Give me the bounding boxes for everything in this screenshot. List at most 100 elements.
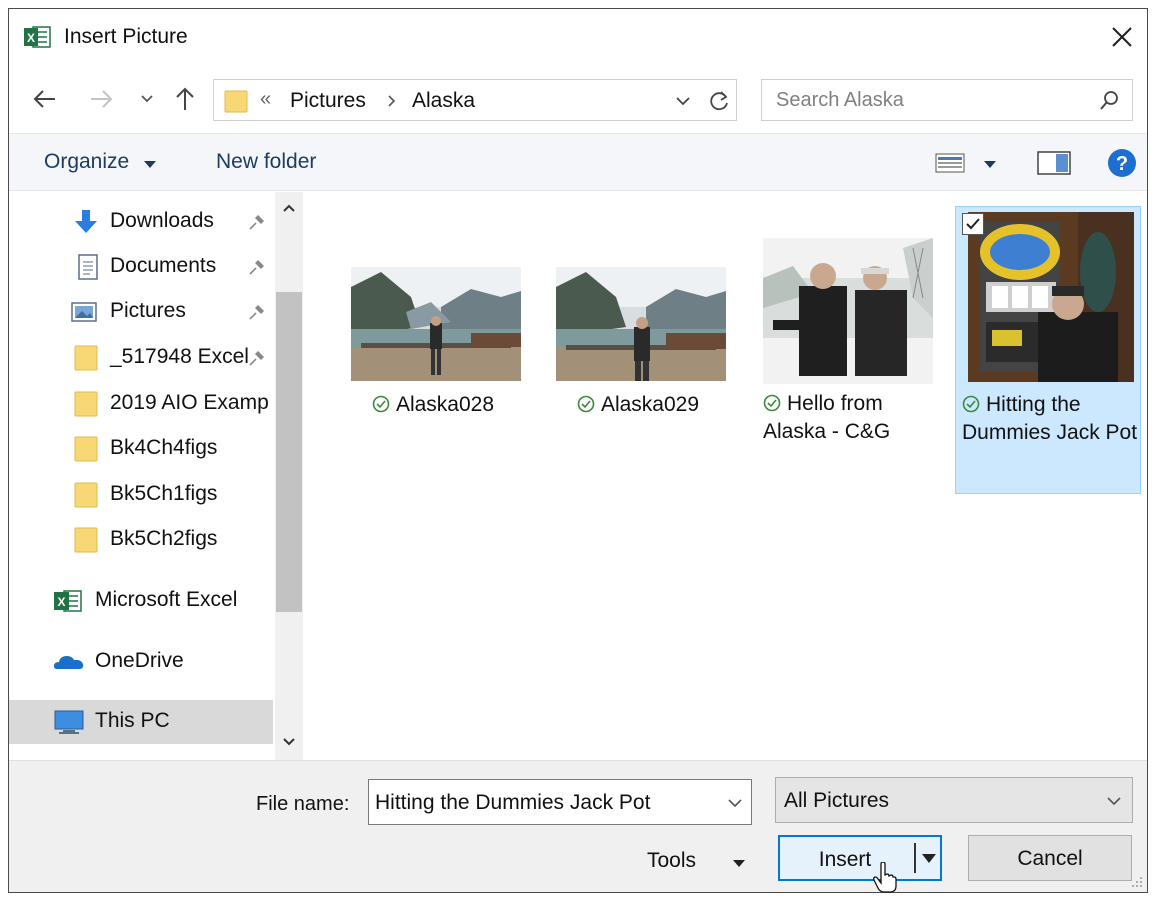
dialog-title: Insert Picture (64, 25, 188, 48)
breadcrumb-separator-icon (388, 95, 396, 107)
thumbnail-image (763, 238, 933, 384)
title-bar: X Insert Picture (9, 9, 1147, 67)
excel-icon: X (54, 590, 82, 612)
file-item-hello-from-alaska[interactable]: Hello from Alaska - C&G (755, 220, 935, 508)
forward-arrow-icon[interactable] (87, 85, 115, 113)
folder-icon (74, 391, 98, 417)
sync-status-icon (372, 395, 390, 413)
refresh-icon[interactable] (708, 89, 732, 113)
file-name-label: Alaska028 (343, 391, 523, 419)
svg-text:X: X (57, 595, 65, 609)
nav-item-2019-aio-examp[interactable]: 2019 AIO Examp (9, 382, 273, 426)
selection-checkbox[interactable] (962, 213, 984, 235)
breadcrumb-pictures[interactable]: Pictures (290, 89, 366, 113)
file-type-dropdown-chevron-icon[interactable] (1104, 791, 1124, 811)
file-name-dropdown-chevron-icon[interactable] (725, 793, 745, 813)
organize-button[interactable]: Organize (44, 150, 129, 174)
address-row: « Pictures Alaska Search Alaska (9, 73, 1147, 125)
nav-item-bk5ch1figs[interactable]: Bk5Ch1figs (9, 473, 273, 517)
file-name-label: Hitting the Dummies Jack Pot (962, 393, 1138, 444)
file-type-select[interactable]: All Pictures (775, 777, 1133, 823)
svg-text:?: ? (1116, 153, 1128, 175)
nav-item-label: OneDrive (95, 649, 184, 672)
nav-item-pictures[interactable]: Pictures (9, 290, 273, 334)
organize-caret-icon[interactable] (144, 161, 156, 168)
new-folder-button[interactable]: New folder (216, 150, 316, 174)
nav-item-label: Microsoft Excel (95, 588, 238, 611)
recent-locations-chevron-icon[interactable] (137, 85, 157, 113)
preview-pane-icon[interactable] (1037, 151, 1071, 175)
view-options-icon[interactable] (935, 152, 965, 174)
file-type-value: All Pictures (784, 789, 890, 812)
folder-icon (74, 345, 98, 371)
command-bar: Organize New folder ? (9, 133, 1147, 191)
mouse-cursor-icon (873, 862, 897, 893)
thumbnail-image (968, 212, 1134, 382)
close-icon[interactable] (1105, 21, 1139, 53)
nav-item-bk4ch4figs[interactable]: Bk4Ch4figs (9, 427, 273, 471)
checkmark-icon (966, 218, 980, 230)
insert-button[interactable]: Insert (778, 835, 942, 881)
nav-item-documents[interactable]: Documents (9, 245, 273, 289)
split-divider (914, 843, 916, 873)
thumbnail-image (556, 267, 726, 381)
sync-status-icon (577, 395, 595, 413)
search-input[interactable]: Search Alaska (776, 89, 904, 112)
nav-item-label: Pictures (110, 299, 186, 322)
help-icon[interactable]: ? (1107, 148, 1137, 178)
file-name-label: Hello from Alaska - C&G (763, 392, 891, 443)
sync-status-icon (962, 395, 980, 413)
file-name-value[interactable]: Hitting the Dummies Jack Pot (375, 791, 650, 815)
nav-item-onedrive[interactable]: OneDrive (9, 640, 273, 684)
pin-icon[interactable] (247, 348, 267, 368)
file-name-input[interactable]: Hitting the Dummies Jack Pot (368, 779, 752, 825)
resize-grip-icon[interactable] (1131, 876, 1143, 888)
scroll-down-icon[interactable] (279, 732, 299, 752)
pin-icon[interactable] (247, 212, 267, 232)
view-options-caret-icon[interactable] (984, 161, 996, 168)
file-item-hitting-the-dummies-jack-pot[interactable]: Hitting the Dummies Jack Pot (955, 206, 1141, 494)
insert-options-caret-icon[interactable] (922, 854, 936, 863)
nav-item-microsoft-excel[interactable]: X Microsoft Excel (9, 579, 273, 623)
nav-item-bk5ch2figs[interactable]: Bk5Ch2figs (9, 518, 273, 562)
tools-button[interactable]: Tools (647, 849, 696, 873)
scroll-up-icon[interactable] (279, 198, 299, 218)
folder-icon (74, 436, 98, 462)
insert-picture-dialog: X Insert Picture « Pictures Alaska Searc… (8, 8, 1148, 893)
cancel-button[interactable]: Cancel (968, 835, 1132, 881)
file-name-label: File name: (256, 793, 350, 815)
up-arrow-icon[interactable] (171, 85, 199, 113)
file-list: Alaska028 Alaska029 Hello from Alaska - … (305, 192, 1147, 760)
cancel-button-label: Cancel (1017, 847, 1083, 870)
back-arrow-icon[interactable] (31, 85, 59, 113)
search-icon[interactable] (1098, 90, 1120, 112)
file-item-alaska028[interactable]: Alaska028 (343, 247, 523, 535)
download-arrow-icon (75, 210, 97, 233)
search-box[interactable]: Search Alaska (761, 79, 1133, 121)
nav-item-label: Documents (110, 254, 217, 277)
tools-caret-icon[interactable] (733, 860, 745, 867)
nav-scrollbar-thumb[interactable] (276, 292, 302, 612)
navigation-pane: Downloads Documents Pictures _517948 Exc… (9, 192, 305, 760)
nav-item-label: 2019 AIO Examp (110, 391, 269, 414)
folder-icon (224, 90, 248, 113)
nav-item-label: This PC (95, 709, 170, 732)
folder-icon (74, 482, 98, 508)
nav-item-downloads[interactable]: Downloads (9, 200, 273, 244)
this-pc-icon (54, 710, 84, 734)
pin-icon[interactable] (247, 302, 267, 322)
nav-item-this-pc[interactable]: This PC (9, 700, 273, 744)
folder-icon (74, 527, 98, 553)
pin-icon[interactable] (247, 257, 267, 277)
breadcrumb-overflow[interactable]: « (260, 88, 271, 111)
dialog-footer: File name: Hitting the Dummies Jack Pot … (9, 760, 1147, 892)
nav-item-label: _517948 Excel (110, 345, 249, 368)
nav-item-label: Downloads (110, 209, 214, 232)
file-item-alaska029[interactable]: Alaska029 (548, 247, 728, 535)
nav-item-label: Bk4Ch4figs (110, 436, 218, 459)
address-bar[interactable]: « Pictures Alaska (213, 79, 737, 121)
nav-item-517948-excel[interactable]: _517948 Excel (9, 336, 273, 380)
breadcrumb-alaska[interactable]: Alaska (412, 89, 475, 113)
pictures-icon (71, 302, 97, 322)
address-dropdown-chevron-icon[interactable] (672, 90, 694, 112)
